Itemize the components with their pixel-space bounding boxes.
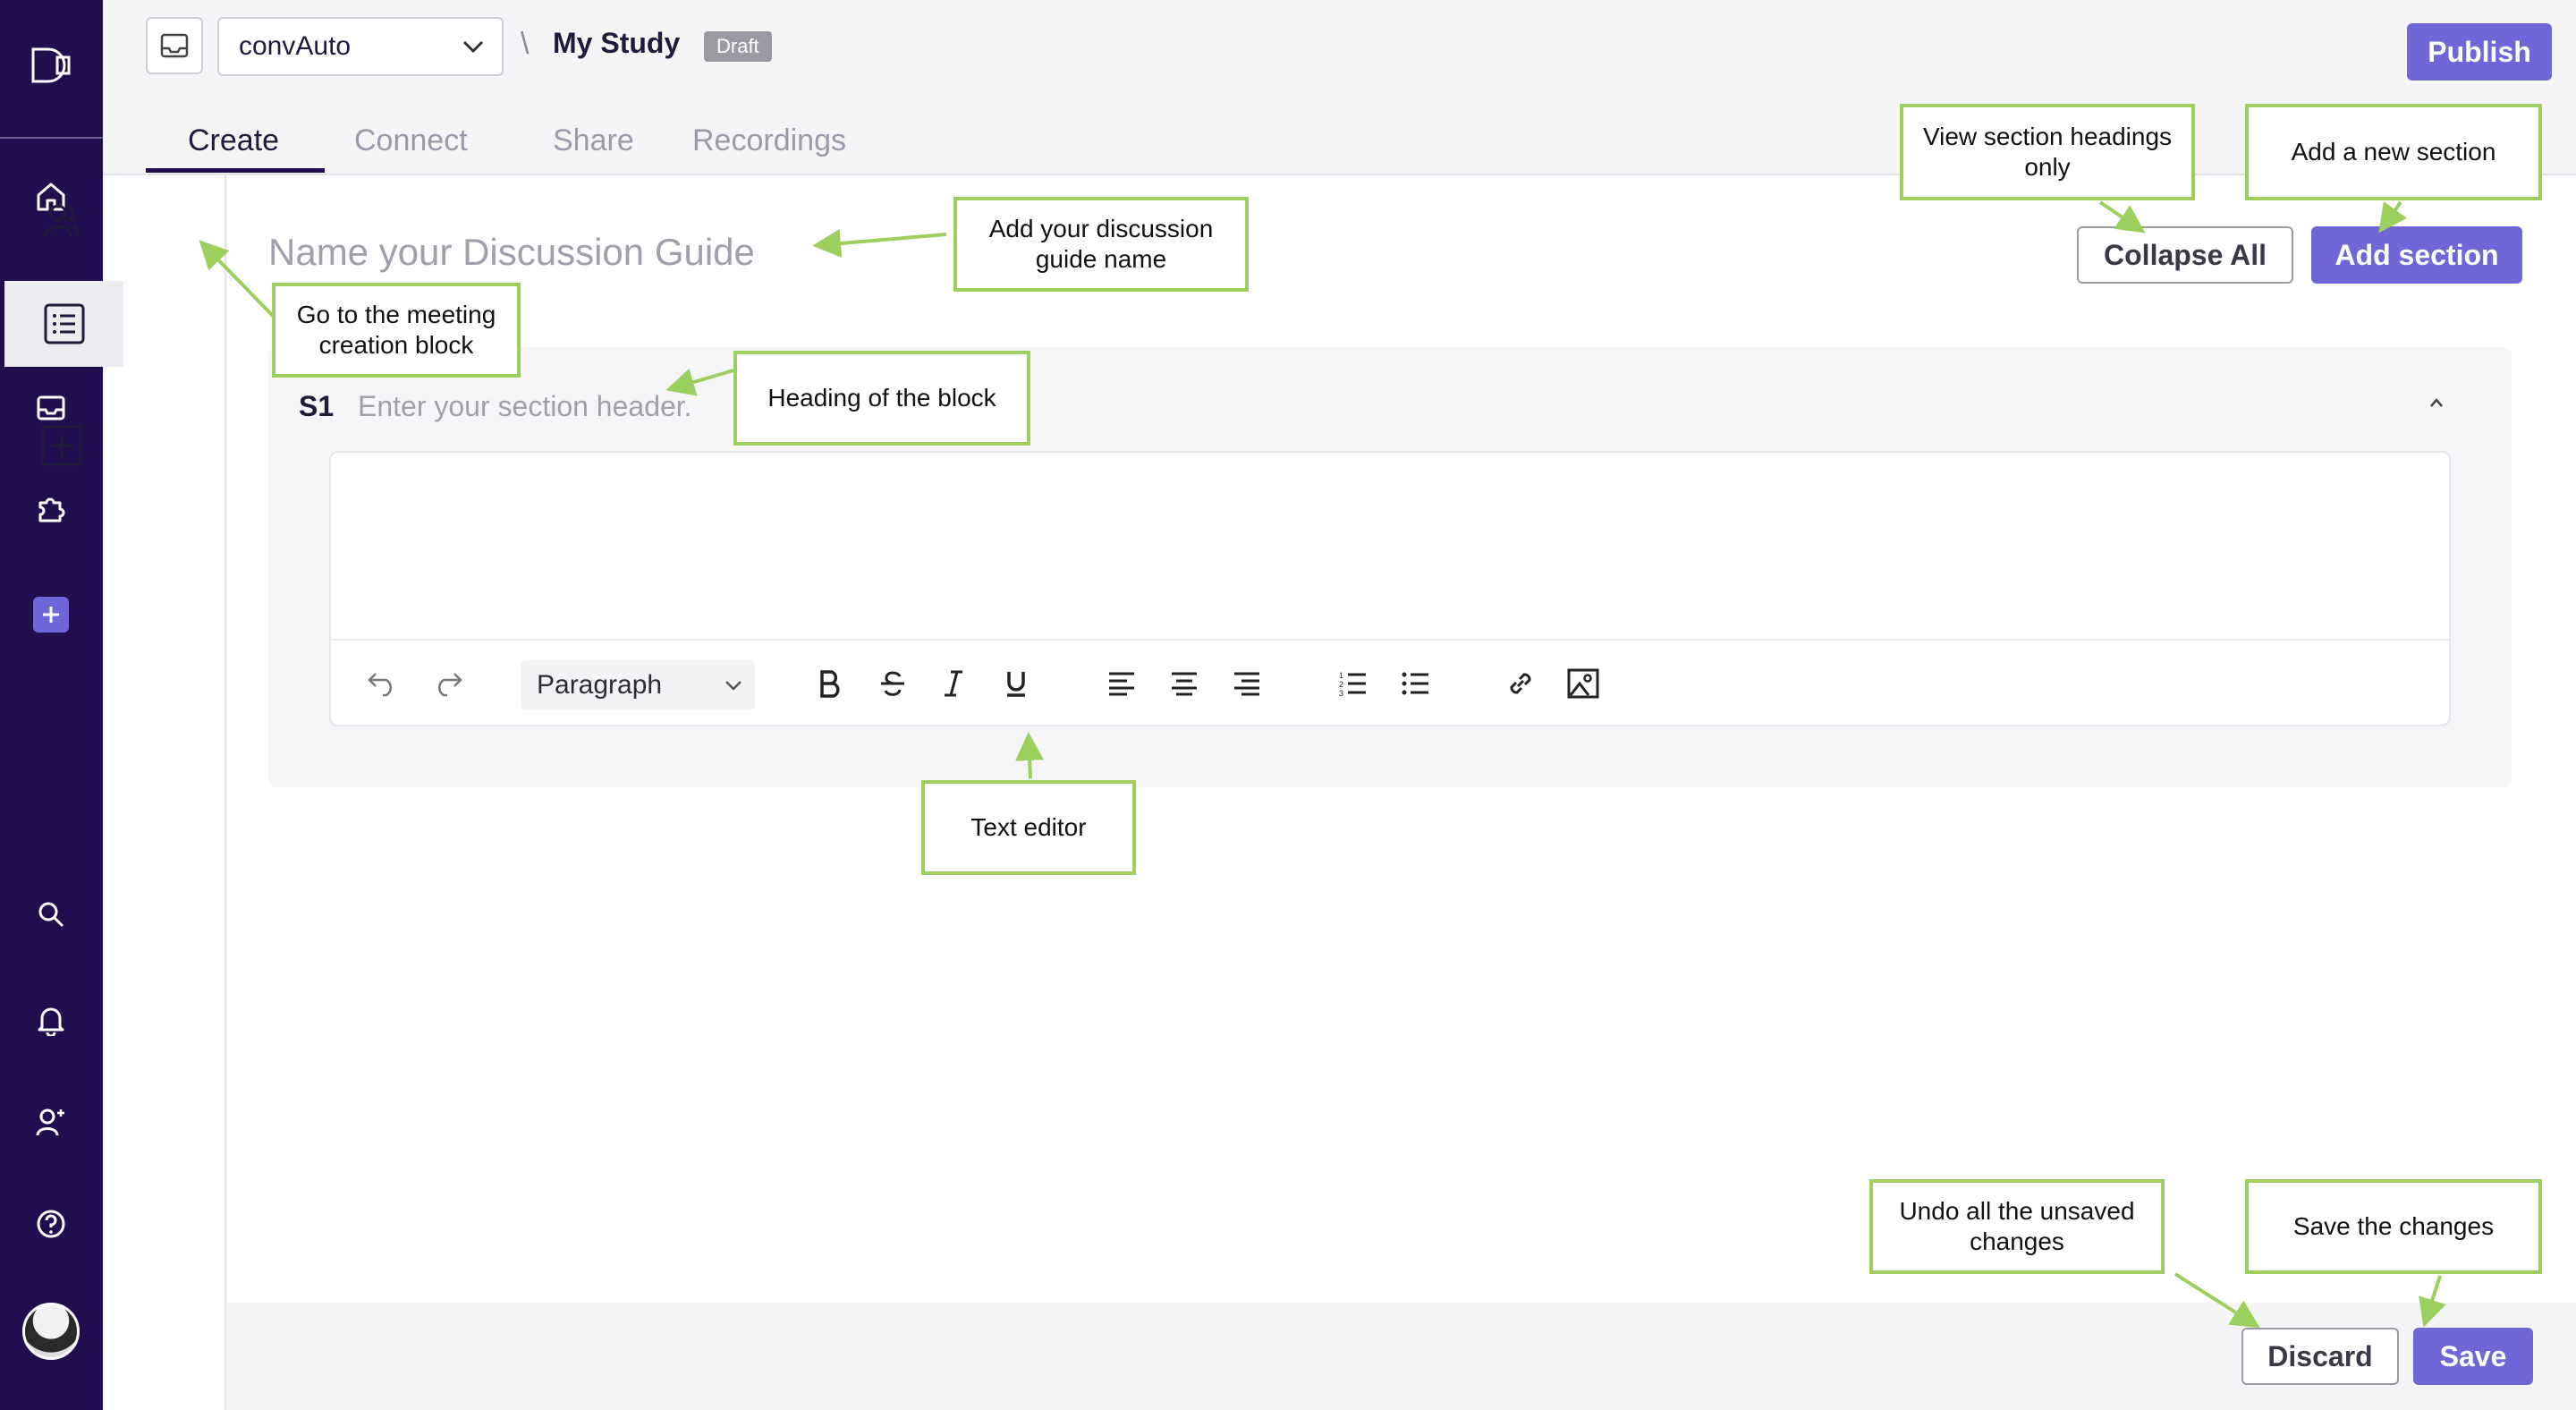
- status-badge: Draft: [704, 31, 772, 62]
- callout-guide-name: Add your discussion guide name: [953, 197, 1249, 292]
- callout-collapse-all: View section headings only: [1900, 104, 2195, 200]
- callout-add-section: Add a new section: [2245, 104, 2542, 200]
- inbox-icon: [160, 33, 189, 58]
- svg-text:2: 2: [1339, 680, 1343, 689]
- sidebar-item-add-block[interactable]: [0, 403, 123, 488]
- align-right-icon[interactable]: [1227, 664, 1267, 703]
- add-icon[interactable]: [33, 597, 69, 633]
- tab-create[interactable]: Create: [188, 123, 279, 158]
- collapse-all-button[interactable]: Collapse All: [2077, 226, 2293, 284]
- tab-recordings[interactable]: Recordings: [692, 123, 846, 158]
- italic-icon[interactable]: [934, 664, 973, 703]
- guide-name-input[interactable]: Name your Discussion Guide: [268, 231, 755, 274]
- link-icon[interactable]: [1501, 664, 1540, 703]
- underline-icon[interactable]: [996, 664, 1036, 703]
- active-tab-indicator: [146, 168, 325, 173]
- logo-icon[interactable]: [30, 47, 72, 84]
- footer-bar: [227, 1303, 2576, 1410]
- callout-discard: Undo all the unsaved changes: [1869, 1179, 2165, 1274]
- paragraph-style-value: Paragraph: [537, 670, 663, 700]
- search-icon[interactable]: [33, 896, 69, 932]
- notifications-icon[interactable]: [33, 1002, 69, 1038]
- callout-meeting-block: Go to the meeting creation block: [272, 283, 521, 378]
- study-name[interactable]: My Study: [553, 27, 680, 60]
- invite-user-icon[interactable]: [33, 1104, 69, 1140]
- editor-divider: [331, 639, 2449, 641]
- tab-connect[interactable]: Connect: [354, 123, 468, 158]
- sidebar-item-discussion-guide[interactable]: [0, 281, 123, 367]
- svg-text:3: 3: [1339, 689, 1343, 698]
- bullet-list-icon[interactable]: [1395, 664, 1435, 703]
- callout-text-editor: Text editor: [921, 780, 1136, 875]
- discard-button[interactable]: Discard: [2241, 1328, 2399, 1385]
- undo-icon[interactable]: [363, 664, 402, 703]
- callout-save: Save the changes: [2245, 1179, 2542, 1274]
- chevron-down-icon: [725, 681, 741, 691]
- add-block-icon: [41, 425, 82, 466]
- rail-divider: [0, 137, 103, 139]
- svg-text:1: 1: [1339, 671, 1343, 680]
- project-select[interactable]: convAuto: [217, 17, 504, 76]
- section-header-input[interactable]: Enter your section header.: [358, 390, 692, 423]
- callout-block-heading: Heading of the block: [733, 351, 1030, 446]
- ordered-list-icon[interactable]: 123: [1333, 664, 1372, 703]
- section-index: S1: [299, 390, 335, 422]
- chevron-down-icon: [462, 40, 484, 53]
- image-icon[interactable]: [1563, 664, 1603, 703]
- study-inbox-button[interactable]: [146, 17, 203, 74]
- tab-share[interactable]: Share: [553, 123, 634, 158]
- strikethrough-icon[interactable]: [873, 664, 912, 703]
- chevron-up-icon[interactable]: [2424, 390, 2449, 415]
- integrations-icon[interactable]: [33, 490, 69, 526]
- breadcrumb-separator: \: [521, 27, 530, 61]
- publish-button[interactable]: Publish: [2407, 23, 2552, 81]
- bold-icon[interactable]: [810, 664, 850, 703]
- participants-icon: [44, 204, 80, 237]
- help-icon[interactable]: [33, 1206, 69, 1242]
- project-select-value: convAuto: [239, 31, 352, 61]
- align-center-icon[interactable]: [1165, 664, 1204, 703]
- save-button[interactable]: Save: [2413, 1328, 2533, 1385]
- paragraph-style-select[interactable]: Paragraph: [521, 660, 755, 710]
- align-left-icon[interactable]: [1102, 664, 1141, 703]
- redo-icon[interactable]: [428, 664, 467, 703]
- avatar[interactable]: [22, 1303, 80, 1360]
- add-section-button[interactable]: Add section: [2311, 226, 2522, 284]
- sidebar-item-meeting[interactable]: [0, 177, 123, 263]
- list-icon: [44, 303, 84, 344]
